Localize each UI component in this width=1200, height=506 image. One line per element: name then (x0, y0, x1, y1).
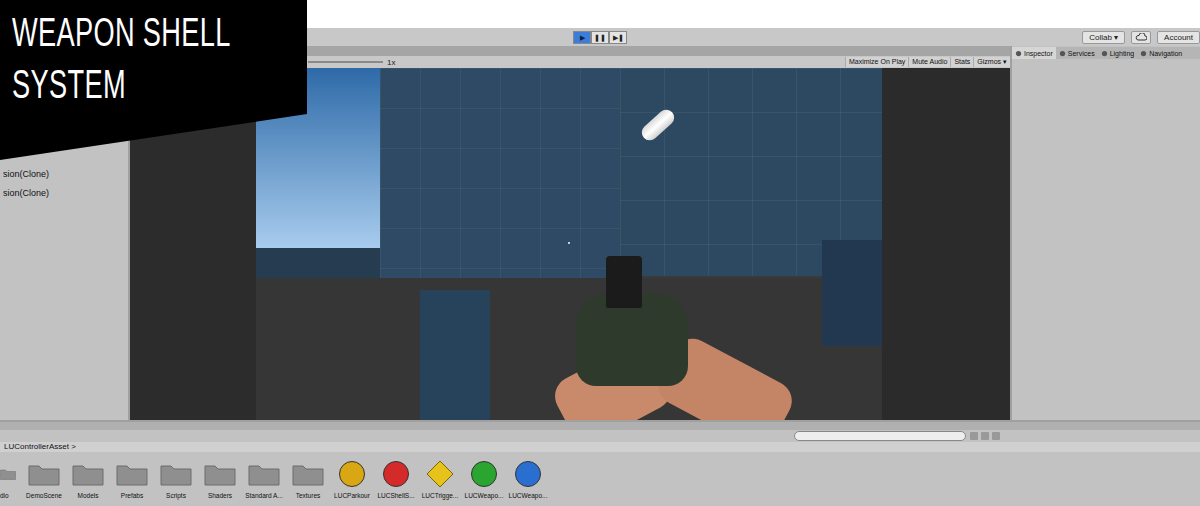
inspector-tab[interactable]: Inspector (1012, 47, 1056, 59)
inspector-panel: Inspector Services Lighting Navigation (1010, 46, 1200, 420)
asset-item[interactable]: dio (0, 458, 22, 499)
wall (822, 240, 882, 346)
box (420, 290, 490, 420)
game-view-button[interactable]: Maximize On Play (845, 57, 908, 67)
play-button[interactable]: ▶❚ (609, 31, 627, 44)
asset-item[interactable]: Textures (286, 458, 330, 499)
collab-button[interactable]: Collab ▾ (1082, 31, 1125, 44)
script-icon (382, 460, 410, 488)
diamond-icon (425, 459, 455, 489)
filter-icon[interactable] (970, 432, 978, 440)
search-field[interactable] (794, 431, 966, 441)
asset-item[interactable]: Standard A... (242, 458, 286, 499)
asset-item[interactable]: Shaders (198, 458, 242, 499)
play-controls: ▶❚❚▶❚ (573, 31, 627, 44)
inspector-tab[interactable]: Services (1056, 47, 1098, 59)
scale-label: 1x (387, 58, 395, 67)
folder-icon (0, 462, 16, 486)
tab-icon (1140, 50, 1147, 57)
asset-item[interactable]: Scripts (154, 458, 198, 499)
scale-track[interactable] (308, 61, 383, 63)
asset-item[interactable]: Prefabs (110, 458, 154, 499)
inspector-tab[interactable]: Navigation (1137, 47, 1185, 59)
breadcrumb[interactable]: LUControllerAsset > (0, 442, 1200, 452)
folder-icon (116, 462, 148, 486)
script-icon (514, 460, 542, 488)
hierarchy-item[interactable]: sion(Clone) (0, 184, 128, 203)
unity-editor: ▶❚❚▶❚ Collab ▾ Account sion(Clone)sion(C… (0, 0, 1200, 506)
pistol-icon (606, 256, 642, 308)
game-view-button[interactable]: Stats (950, 57, 973, 67)
asset-item[interactable]: LUCParkour (330, 458, 374, 499)
folder-icon (28, 462, 60, 486)
folder-icon (292, 462, 324, 486)
title-line: WEAPON SHELL (12, 6, 213, 58)
play-button[interactable]: ▶ (573, 31, 591, 44)
script-icon (338, 460, 366, 488)
game-view-button[interactable]: Gizmos ▾ (973, 57, 1010, 67)
account-button[interactable]: Account (1157, 31, 1200, 44)
tab-icon (1015, 50, 1022, 57)
asset-item[interactable]: LUCTrigge... (418, 458, 462, 499)
folder-icon (160, 462, 192, 486)
folder-icon (248, 462, 280, 486)
game-scene (130, 68, 1010, 420)
title-line: SYSTEM (12, 58, 213, 110)
label-icon[interactable] (981, 432, 989, 440)
play-button[interactable]: ❚❚ (591, 31, 609, 44)
crosshair-icon (568, 242, 570, 244)
cloud-icon (1135, 33, 1147, 41)
asset-item[interactable]: DemoScene (22, 458, 66, 499)
game-view-button[interactable]: Mute Audio (908, 57, 950, 67)
inspector-tab[interactable]: Lighting (1098, 47, 1138, 59)
wall (380, 68, 620, 282)
tab-icon (1059, 50, 1066, 57)
asset-item[interactable]: LUCWeapo... (462, 458, 506, 499)
cloud-button[interactable] (1131, 31, 1151, 44)
tab-icon (1101, 50, 1108, 57)
asset-item[interactable]: Models (66, 458, 110, 499)
asset-item[interactable]: LUCWeapo... (506, 458, 550, 499)
project-panel: LUControllerAsset > dio DemoScene Models… (0, 420, 1200, 506)
star-icon[interactable] (992, 432, 1000, 440)
script-icon (470, 460, 498, 488)
project-header (0, 422, 1200, 430)
asset-item[interactable]: LUCShellS... (374, 458, 418, 499)
folder-icon (204, 462, 236, 486)
folder-icon (72, 462, 104, 486)
hierarchy-item[interactable]: sion(Clone) (0, 165, 128, 184)
